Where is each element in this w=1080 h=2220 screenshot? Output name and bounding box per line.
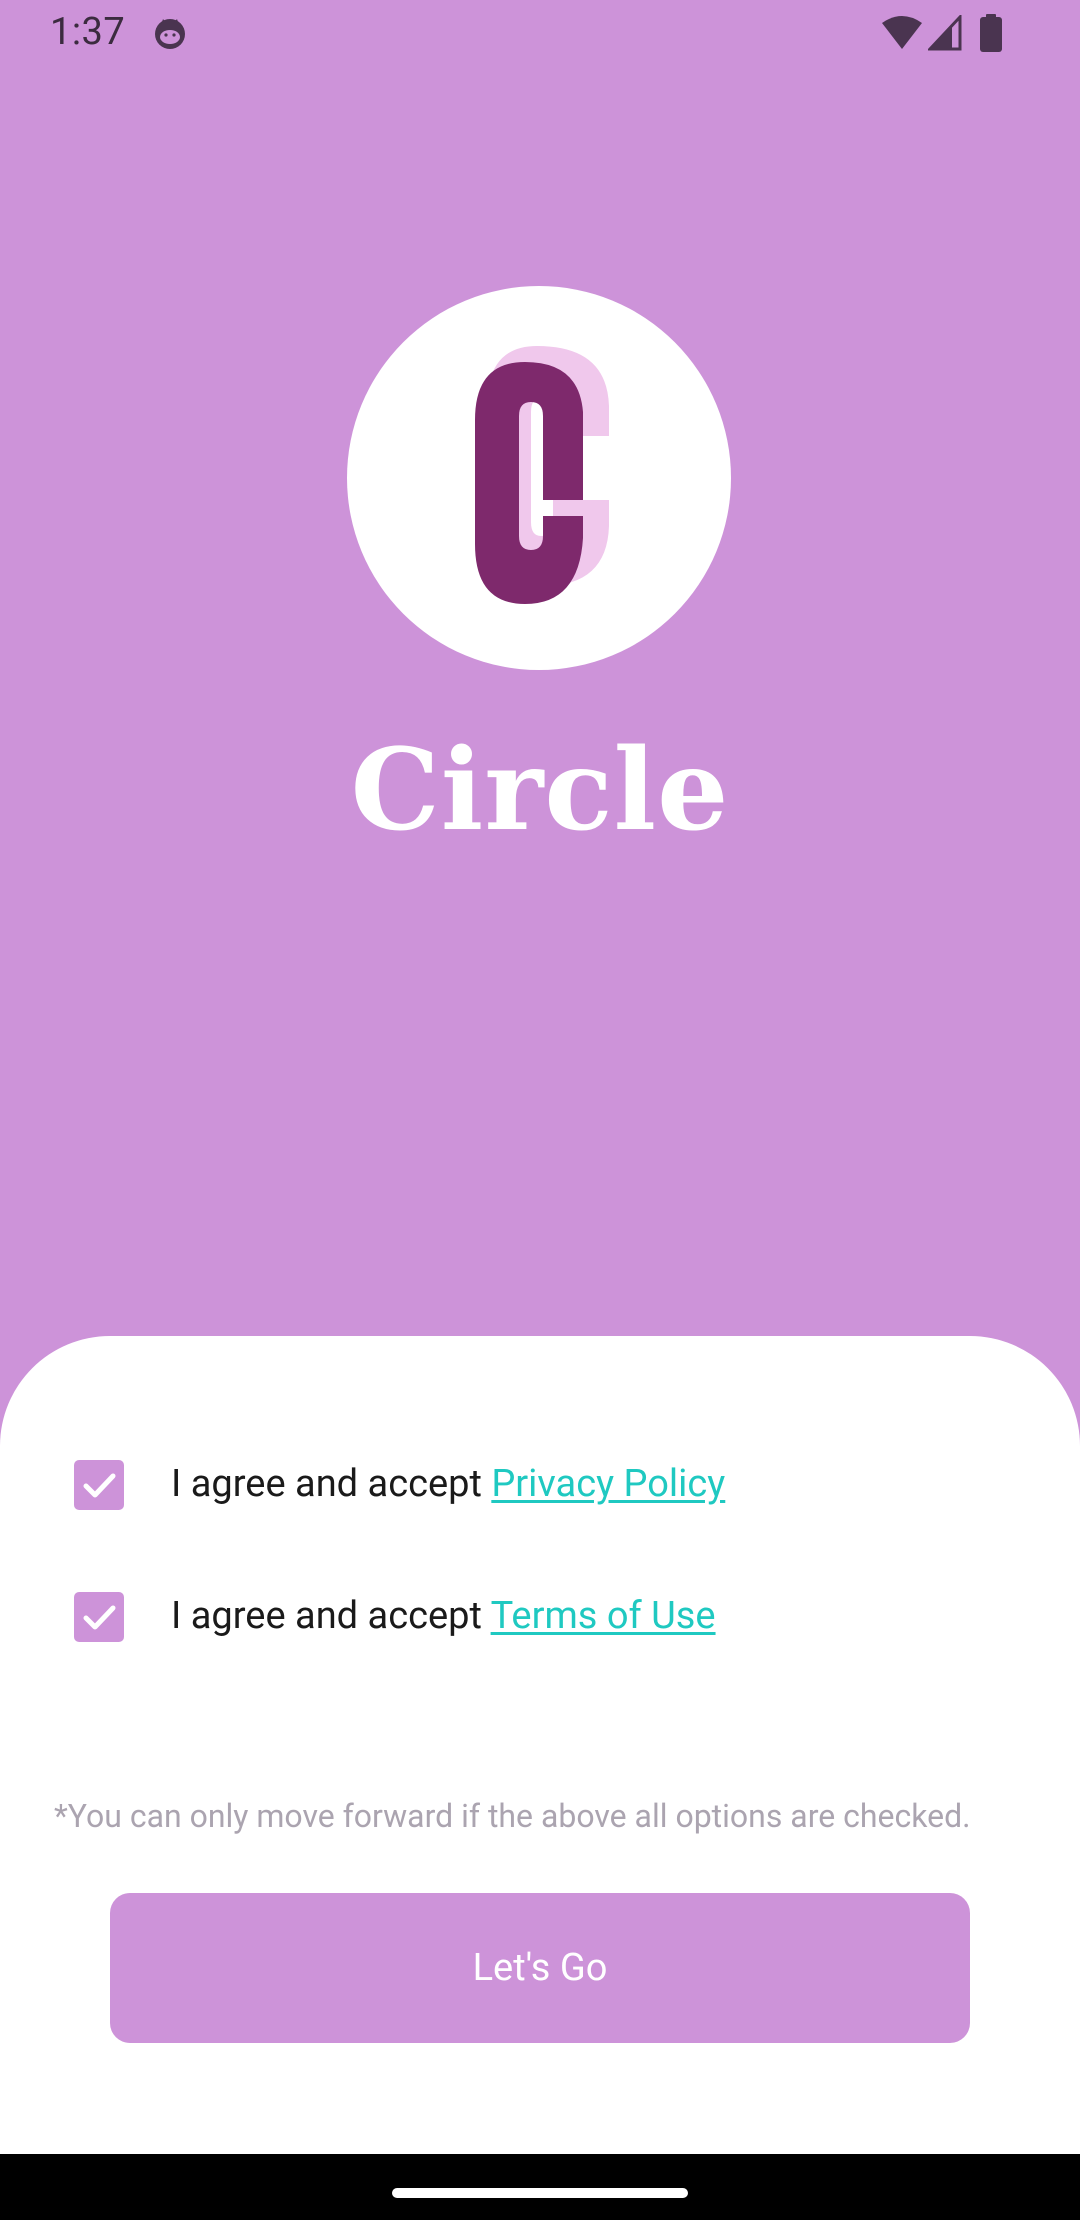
- home-gesture-handle[interactable]: [392, 2188, 688, 2198]
- privacy-policy-link[interactable]: Privacy Policy: [491, 1462, 725, 1506]
- wifi-icon: [882, 16, 922, 49]
- app-screen: 1:37 Circle I agree and accept Privacy P…: [0, 0, 1080, 2154]
- terms-of-use-checkbox[interactable]: [74, 1592, 124, 1642]
- privacy-policy-checkbox[interactable]: [74, 1460, 124, 1510]
- status-bar: 1:37: [0, 0, 1080, 66]
- battery-icon: [980, 14, 1002, 52]
- lets-go-button[interactable]: Let's Go: [110, 1893, 970, 2043]
- logo-c-icon: [475, 346, 609, 604]
- terms-of-use-link[interactable]: Terms of Use: [491, 1594, 716, 1638]
- consent-prefix: I agree and accept: [171, 1462, 492, 1506]
- status-time: 1:37: [50, 10, 126, 54]
- consent-prefix: I agree and accept: [171, 1594, 491, 1638]
- terms-of-use-consent-row: I agree and accept Terms of Use: [0, 1578, 1080, 1658]
- cell-signal-icon: [928, 15, 962, 51]
- privacy-policy-consent-row: I agree and accept Privacy Policy: [0, 1446, 1080, 1526]
- notification-cat-icon: [155, 19, 185, 49]
- app-name-title: Circle: [350, 725, 730, 856]
- privacy-policy-consent-text: I agree and accept Privacy Policy: [171, 1458, 725, 1510]
- navigation-bar: [0, 2154, 1080, 2220]
- app-logo: [347, 286, 731, 670]
- requirement-note: *You can only move forward if the above …: [54, 1797, 971, 1835]
- checkmark-icon: [83, 1605, 116, 1630]
- terms-of-use-consent-text: I agree and accept Terms of Use: [171, 1590, 716, 1642]
- checkmark-icon: [83, 1473, 116, 1498]
